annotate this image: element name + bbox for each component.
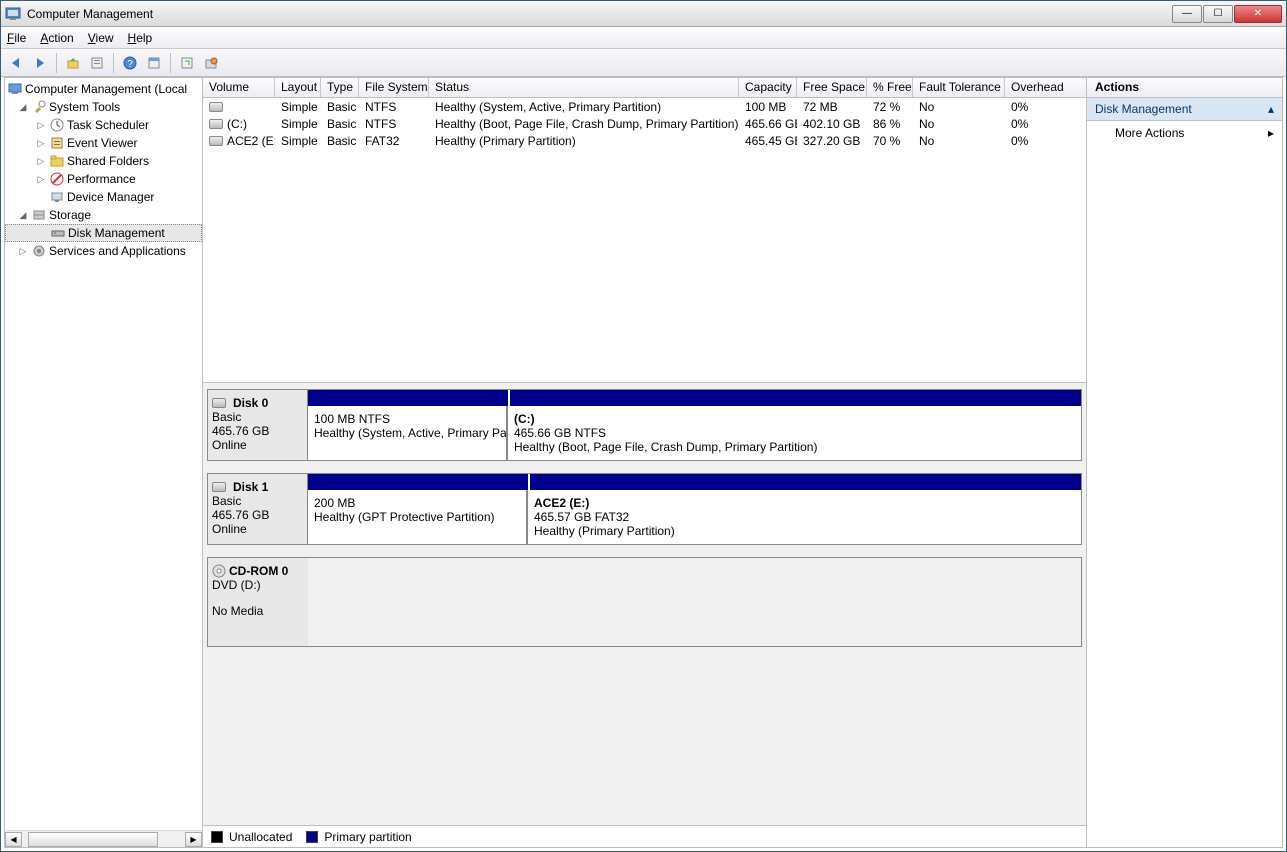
drive-icon	[209, 136, 223, 146]
disk-label-0: Disk 0 Basic 465.76 GB Online	[208, 390, 308, 460]
forward-button[interactable]	[29, 52, 51, 74]
tree-services-apps[interactable]: ▷ Services and Applications	[5, 242, 202, 260]
col-overhead[interactable]: Overhead	[1005, 78, 1086, 97]
tree-storage[interactable]: ◢ Storage	[5, 206, 202, 224]
app-icon	[5, 6, 21, 22]
col-volume[interactable]: Volume	[203, 78, 275, 97]
expand-icon[interactable]: ▷	[35, 156, 47, 167]
view-button[interactable]	[143, 52, 165, 74]
tree-root[interactable]: Computer Management (Local	[5, 80, 202, 98]
col-filesystem[interactable]: File System	[359, 78, 429, 97]
collapse-icon[interactable]: ◢	[17, 210, 29, 221]
collapse-icon[interactable]: ◢	[17, 102, 29, 113]
actions-more[interactable]: More Actions ▸	[1087, 121, 1282, 145]
table-header: Volume Layout Type File System Status Ca…	[203, 78, 1086, 98]
table-row[interactable]: SimpleBasicNTFSHealthy (System, Active, …	[203, 98, 1086, 115]
performance-icon	[49, 171, 65, 187]
disk-map: Disk 0 Basic 465.76 GB Online 100 MB NTF…	[203, 383, 1086, 847]
tree-task-scheduler[interactable]: ▷ Task Scheduler	[5, 116, 202, 134]
main-area: Computer Management (Local ◢ System Tool…	[4, 77, 1283, 848]
disk-icon	[212, 398, 226, 408]
col-layout[interactable]: Layout	[275, 78, 321, 97]
clock-icon	[49, 117, 65, 133]
tree-shared-folders[interactable]: ▷ Shared Folders	[5, 152, 202, 170]
disk-row-1[interactable]: Disk 1 Basic 465.76 GB Online 200 MB Hea…	[207, 473, 1082, 545]
disk-mgmt-icon	[50, 225, 66, 241]
actions-section[interactable]: Disk Management ▴	[1087, 98, 1282, 121]
back-button[interactable]	[5, 52, 27, 74]
device-icon	[49, 189, 65, 205]
tree-system-tools[interactable]: ◢ System Tools	[5, 98, 202, 116]
menu-help[interactable]: Help	[128, 31, 153, 45]
col-type[interactable]: Type	[321, 78, 359, 97]
scroll-left-icon[interactable]: ◀	[5, 832, 22, 847]
cdrom-icon	[212, 564, 226, 578]
tree-scrollbar[interactable]: ◀ ▶	[5, 830, 202, 847]
titlebar[interactable]: Computer Management — ☐ ✕	[1, 1, 1286, 27]
col-status[interactable]: Status	[429, 78, 739, 97]
tools-icon	[31, 99, 47, 115]
expand-icon[interactable]: ▷	[35, 120, 47, 131]
center-panel: Volume Layout Type File System Status Ca…	[203, 78, 1087, 847]
disk-label-cdrom: CD-ROM 0 DVD (D:) No Media	[208, 558, 308, 646]
partition-d0-p0[interactable]: 100 MB NTFS Healthy (System, Active, Pri…	[308, 406, 508, 460]
partition-d0-p1[interactable]: (C:) 465.66 GB NTFS Healthy (Boot, Page …	[508, 406, 1081, 460]
scroll-right-icon[interactable]: ▶	[185, 832, 202, 847]
tree-panel: Computer Management (Local ◢ System Tool…	[5, 78, 203, 847]
settings-button[interactable]	[200, 52, 222, 74]
services-icon	[31, 243, 47, 259]
close-button[interactable]: ✕	[1234, 5, 1282, 23]
table-row[interactable]: (C:)SimpleBasicNTFSHealthy (Boot, Page F…	[203, 115, 1086, 132]
app-window: Computer Management — ☐ ✕ File Action Vi…	[0, 0, 1287, 852]
expand-icon[interactable]: ▷	[35, 174, 47, 185]
event-icon	[49, 135, 65, 151]
expand-icon[interactable]: ▷	[35, 138, 47, 149]
tree-performance[interactable]: ▷ Performance	[5, 170, 202, 188]
disk-icon	[212, 482, 226, 492]
legend-swatch-primary	[306, 831, 318, 843]
expand-icon[interactable]: ▷	[17, 246, 29, 257]
actions-panel: Actions Disk Management ▴ More Actions ▸	[1087, 78, 1282, 847]
help-button[interactable]: ?	[119, 52, 141, 74]
tree-event-viewer[interactable]: ▷ Event Viewer	[5, 134, 202, 152]
toolbar: ?	[1, 49, 1286, 77]
minimize-button[interactable]: —	[1172, 5, 1202, 23]
volume-table: Volume Layout Type File System Status Ca…	[203, 78, 1086, 383]
actions-header: Actions	[1087, 78, 1282, 98]
legend-primary: Primary partition	[324, 830, 411, 844]
legend-unallocated: Unallocated	[229, 830, 292, 844]
drive-icon	[209, 102, 223, 112]
menu-file[interactable]: File	[7, 31, 26, 45]
refresh-button[interactable]	[176, 52, 198, 74]
partition-d1-p1[interactable]: ACE2 (E:) 465.57 GB FAT32 Healthy (Prima…	[528, 490, 1081, 544]
col-pctfree[interactable]: % Free	[867, 78, 913, 97]
menubar: File Action View Help	[1, 27, 1286, 49]
col-freespace[interactable]: Free Space	[797, 78, 867, 97]
menu-action[interactable]: Action	[40, 31, 73, 45]
disk-label-1: Disk 1 Basic 465.76 GB Online	[208, 474, 308, 544]
col-fault[interactable]: Fault Tolerance	[913, 78, 1005, 97]
disk-row-cdrom[interactable]: CD-ROM 0 DVD (D:) No Media	[207, 557, 1082, 647]
table-row[interactable]: ACE2 (E:)SimpleBasicFAT32Healthy (Primar…	[203, 132, 1086, 149]
storage-icon	[31, 207, 47, 223]
up-button[interactable]	[62, 52, 84, 74]
col-capacity[interactable]: Capacity	[739, 78, 797, 97]
partition-d1-p0[interactable]: 200 MB Healthy (GPT Protective Partition…	[308, 490, 528, 544]
menu-view[interactable]: View	[88, 31, 114, 45]
legend-swatch-unallocated	[211, 831, 223, 843]
folder-share-icon	[49, 153, 65, 169]
window-title: Computer Management	[27, 7, 1172, 21]
computer-icon	[7, 81, 23, 97]
tree-device-manager[interactable]: Device Manager	[5, 188, 202, 206]
tree-disk-management[interactable]: Disk Management	[5, 224, 202, 242]
legend: Unallocated Primary partition	[203, 825, 1086, 847]
disk-row-0[interactable]: Disk 0 Basic 465.76 GB Online 100 MB NTF…	[207, 389, 1082, 461]
collapse-icon: ▴	[1268, 102, 1274, 116]
maximize-button[interactable]: ☐	[1203, 5, 1233, 23]
drive-icon	[209, 119, 223, 129]
properties-button[interactable]	[86, 52, 108, 74]
chevron-right-icon: ▸	[1268, 126, 1274, 140]
svg-text:?: ?	[127, 59, 133, 70]
scroll-thumb[interactable]	[28, 832, 158, 847]
